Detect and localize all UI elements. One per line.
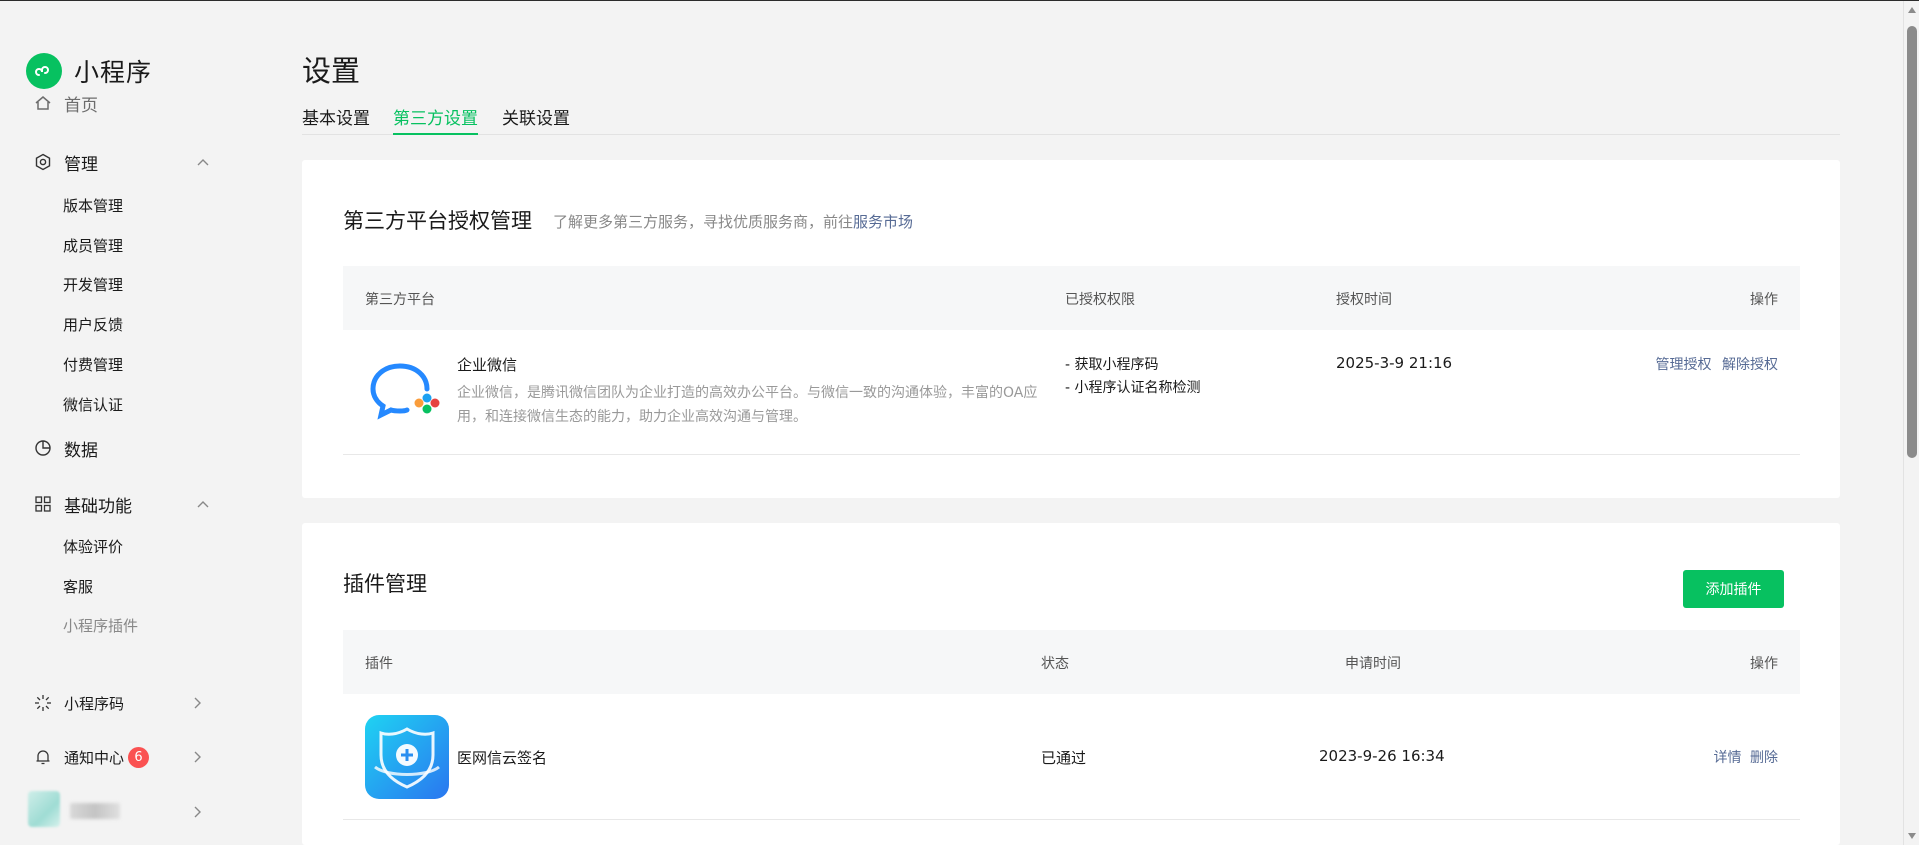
app-logo[interactable]: 小程序 [26, 53, 246, 89]
sidebar-item-label: 小程序码 [64, 694, 125, 713]
col-status: 状态 [1041, 656, 1069, 672]
third-party-card: 第三方平台授权管理 了解更多第三方服务，寻找优质服务商，前往服务市场 第三方平台… [302, 160, 1840, 498]
sidebar-item-home[interactable]: 首页 [34, 93, 98, 116]
sidebar-item-members[interactable]: 成员管理 [63, 235, 123, 257]
page-title: 设置 [302, 54, 361, 88]
col-auth-time: 授权时间 [1336, 292, 1392, 308]
sidebar-item-notifications[interactable]: 通知中心 6 [34, 744, 204, 770]
chevron-right-icon [194, 751, 201, 763]
vertical-scrollbar[interactable] [1903, 1, 1919, 845]
add-plugin-button[interactable]: 添加插件 [1683, 570, 1784, 608]
permission-item: - 获取小程序码 [1065, 357, 1159, 373]
plugin-name: 医网信云签名 [457, 749, 548, 767]
sidebar-group-label: 数据 [64, 440, 98, 461]
scroll-up-arrow-icon[interactable] [1908, 7, 1916, 13]
col-apply-time: 申请时间 [1345, 656, 1401, 672]
grid-icon [35, 496, 51, 512]
sidebar-group-basic[interactable]: 基础功能 [34, 491, 210, 517]
manage-auth-link[interactable]: 管理授权 [1656, 357, 1712, 373]
plugin-title: 插件管理 [343, 572, 427, 596]
sidebar-item-service[interactable]: 客服 [63, 576, 93, 598]
settings-tabs: 基本设置 第三方设置 关联设置 [302, 104, 1840, 135]
sidebar-item-label: 通知中心 [64, 748, 125, 767]
tab-basic[interactable]: 基本设置 [302, 104, 370, 135]
plugin-status: 已通过 [1041, 749, 1087, 767]
plugin-delete-link[interactable]: 删除 [1750, 750, 1778, 766]
chevron-right-icon [194, 697, 201, 709]
third-party-desc: 了解更多第三方服务，寻找优质服务商，前往服务市场 [553, 211, 913, 232]
tab-linked[interactable]: 关联设置 [502, 104, 570, 135]
plugin-card: 插件管理 添加插件 插件 状态 申请时间 操作 医网信云签名 已通过 2023-… [302, 523, 1840, 845]
revoke-auth-link[interactable]: 解除授权 [1722, 357, 1778, 373]
pie-chart-icon [35, 440, 51, 456]
settings-hex-icon [35, 153, 51, 171]
scroll-down-arrow-icon[interactable] [1908, 833, 1916, 839]
mini-program-logo-icon [26, 53, 62, 89]
platform-description: 企业微信，是腾讯微信团队为企业打造的高效办公平台。与微信一致的沟通体验，丰富的O… [457, 385, 1038, 425]
auth-time: 2025-3-9 21:16 [1336, 354, 1453, 372]
sidebar-group-label: 基础功能 [64, 496, 132, 517]
plugin-table-header: 插件 状态 申请时间 操作 [343, 630, 1800, 694]
row-actions: 详情 删除 [1714, 747, 1778, 767]
wecom-logo-icon [370, 363, 440, 420]
tab-third-party[interactable]: 第三方设置 [393, 104, 478, 135]
sidebar-group-data[interactable]: 数据 [34, 435, 210, 461]
sidebar-item-version[interactable]: 版本管理 [63, 195, 123, 217]
plugin-apply-time: 2023-9-26 16:34 [1319, 747, 1445, 765]
account-avatar[interactable] [28, 791, 60, 827]
platform-name: 企业微信 [457, 356, 518, 374]
sidebar-group-label: 管理 [64, 154, 98, 175]
code-icon [35, 695, 51, 711]
table-row: 企业微信 企业微信，是腾讯微信团队为企业打造的高效办公平台。与微信一致的沟通体验… [343, 330, 1800, 455]
table-row: 医网信云签名 已通过 2023-9-26 16:34 详情 删除 [343, 694, 1800, 820]
bell-icon [36, 750, 50, 765]
home-icon [35, 96, 51, 110]
notification-badge: 6 [128, 746, 150, 768]
col-actions: 操作 [1750, 292, 1778, 308]
third-party-table-header: 第三方平台 已授权权限 授权时间 操作 [343, 266, 1800, 330]
sidebar-item-feedback[interactable]: 用户反馈 [63, 314, 123, 336]
third-party-title: 第三方平台授权管理 [343, 209, 532, 233]
sidebar-group-manage[interactable]: 管理 [34, 149, 210, 175]
desc-text: 了解更多第三方服务，寻找优质服务商，前往 [553, 213, 854, 231]
sidebar-item-label: 首页 [64, 95, 98, 116]
chevron-up-icon [197, 501, 209, 508]
app-name: 小程序 [74, 58, 153, 87]
col-plugin: 插件 [365, 656, 393, 672]
sidebar-item-review[interactable]: 体验评价 [63, 536, 123, 558]
col-permissions: 已授权权限 [1065, 292, 1135, 308]
sidebar-item-plugins[interactable]: 小程序插件 [63, 615, 138, 637]
chevron-up-icon [197, 159, 209, 166]
window-top-border [0, 0, 1919, 1]
account-name-blurred [70, 803, 120, 819]
sidebar: 首页 小程序 管理 版本管理 成员管理 开发管理 用户反馈 付费管理 微信认证 … [0, 1, 270, 845]
sidebar-item-code[interactable]: 小程序码 [34, 690, 204, 716]
sidebar-item-dev[interactable]: 开发管理 [63, 274, 123, 296]
permission-item: - 小程序认证名称检测 [1065, 380, 1201, 396]
row-actions: 管理授权 解除授权 [1656, 354, 1778, 374]
medical-shield-app-icon [365, 715, 449, 799]
service-market-link[interactable]: 服务市场 [853, 213, 913, 231]
scrollbar-thumb[interactable] [1907, 26, 1917, 458]
sidebar-item-verify[interactable]: 微信认证 [63, 394, 123, 416]
plugin-detail-link[interactable]: 详情 [1714, 750, 1742, 766]
sidebar-item-payment[interactable]: 付费管理 [63, 354, 123, 376]
col-platform: 第三方平台 [365, 292, 435, 308]
chevron-right-icon[interactable] [190, 805, 204, 819]
col-actions: 操作 [1750, 656, 1778, 672]
